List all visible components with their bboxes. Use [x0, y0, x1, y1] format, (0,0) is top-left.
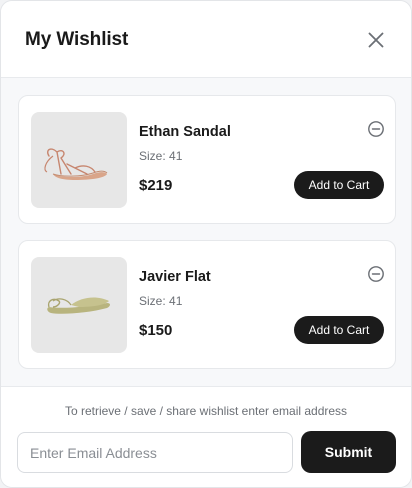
minus-circle-icon[interactable] [367, 265, 385, 283]
size-label: Size: [139, 149, 166, 163]
product-image-sandal[interactable] [31, 112, 127, 208]
product-name: Ethan Sandal [139, 124, 231, 140]
size-value: 41 [169, 294, 183, 308]
page-title: My Wishlist [25, 29, 129, 50]
wishlist-panel: My Wishlist Ethan Sandal Size: 41 $219 A… [0, 0, 412, 488]
wishlist-item: Ethan Sandal Size: 41 $219 Add to Cart [18, 95, 396, 224]
minus-circle-icon[interactable] [367, 120, 385, 138]
product-name: Javier Flat [139, 269, 211, 285]
product-image-flat[interactable] [31, 257, 127, 353]
add-to-cart-button[interactable]: Add to Cart [294, 316, 384, 344]
product-price: $150 [139, 322, 173, 339]
submit-button[interactable]: Submit [301, 431, 396, 473]
email-field[interactable] [17, 432, 293, 473]
wishlist-footer: To retrieve / save / share wishlist ente… [1, 386, 411, 487]
add-to-cart-button[interactable]: Add to Cart [294, 171, 384, 199]
product-size: Size: 41 [139, 149, 182, 163]
wishlist-item: Javier Flat Size: 41 $150 Add to Cart [18, 240, 396, 369]
email-hint: To retrieve / save / share wishlist ente… [64, 404, 348, 418]
size-label: Size: [139, 294, 166, 308]
wishlist-header: My Wishlist [1, 1, 411, 78]
product-price: $219 [139, 177, 173, 194]
product-size: Size: 41 [139, 294, 182, 308]
size-value: 41 [169, 149, 183, 163]
close-icon[interactable] [364, 28, 388, 52]
